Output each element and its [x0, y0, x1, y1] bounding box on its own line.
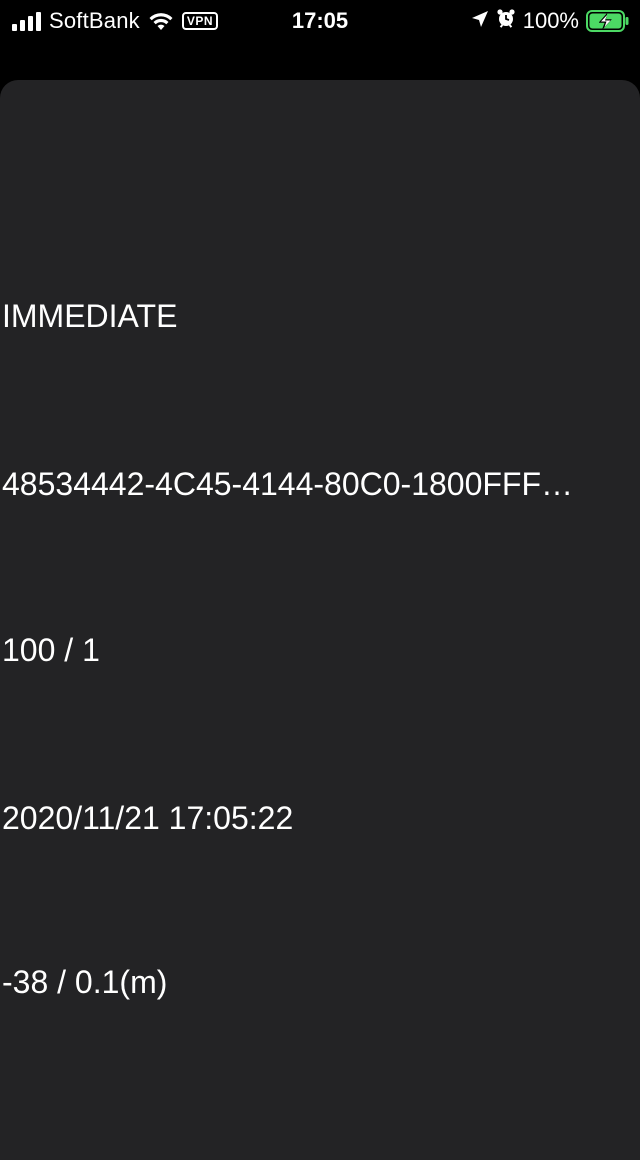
status-bar: SoftBank VPN 17:05 100% [0, 0, 640, 44]
status-right: 100% [471, 7, 630, 35]
uuid-label: 48534442-4C45-4144-80C0-1800FFF… [2, 466, 574, 502]
proximity-label: IMMEDIATE [2, 298, 178, 334]
alarm-icon [496, 8, 516, 34]
major-minor-label: 100 / 1 [2, 632, 100, 668]
battery-percent: 100% [522, 8, 579, 33]
beacon-detail-sheet: IMMEDIATE 48534442-4C45-4144-80C0-1800FF… [0, 80, 640, 1160]
timestamp-label: 2020/11/21 17:05:22 [2, 800, 294, 836]
battery-charging-icon [586, 10, 630, 32]
location-arrow-icon [471, 8, 489, 34]
rssi-accuracy-label: -38 / 0.1(m) [2, 964, 168, 1000]
